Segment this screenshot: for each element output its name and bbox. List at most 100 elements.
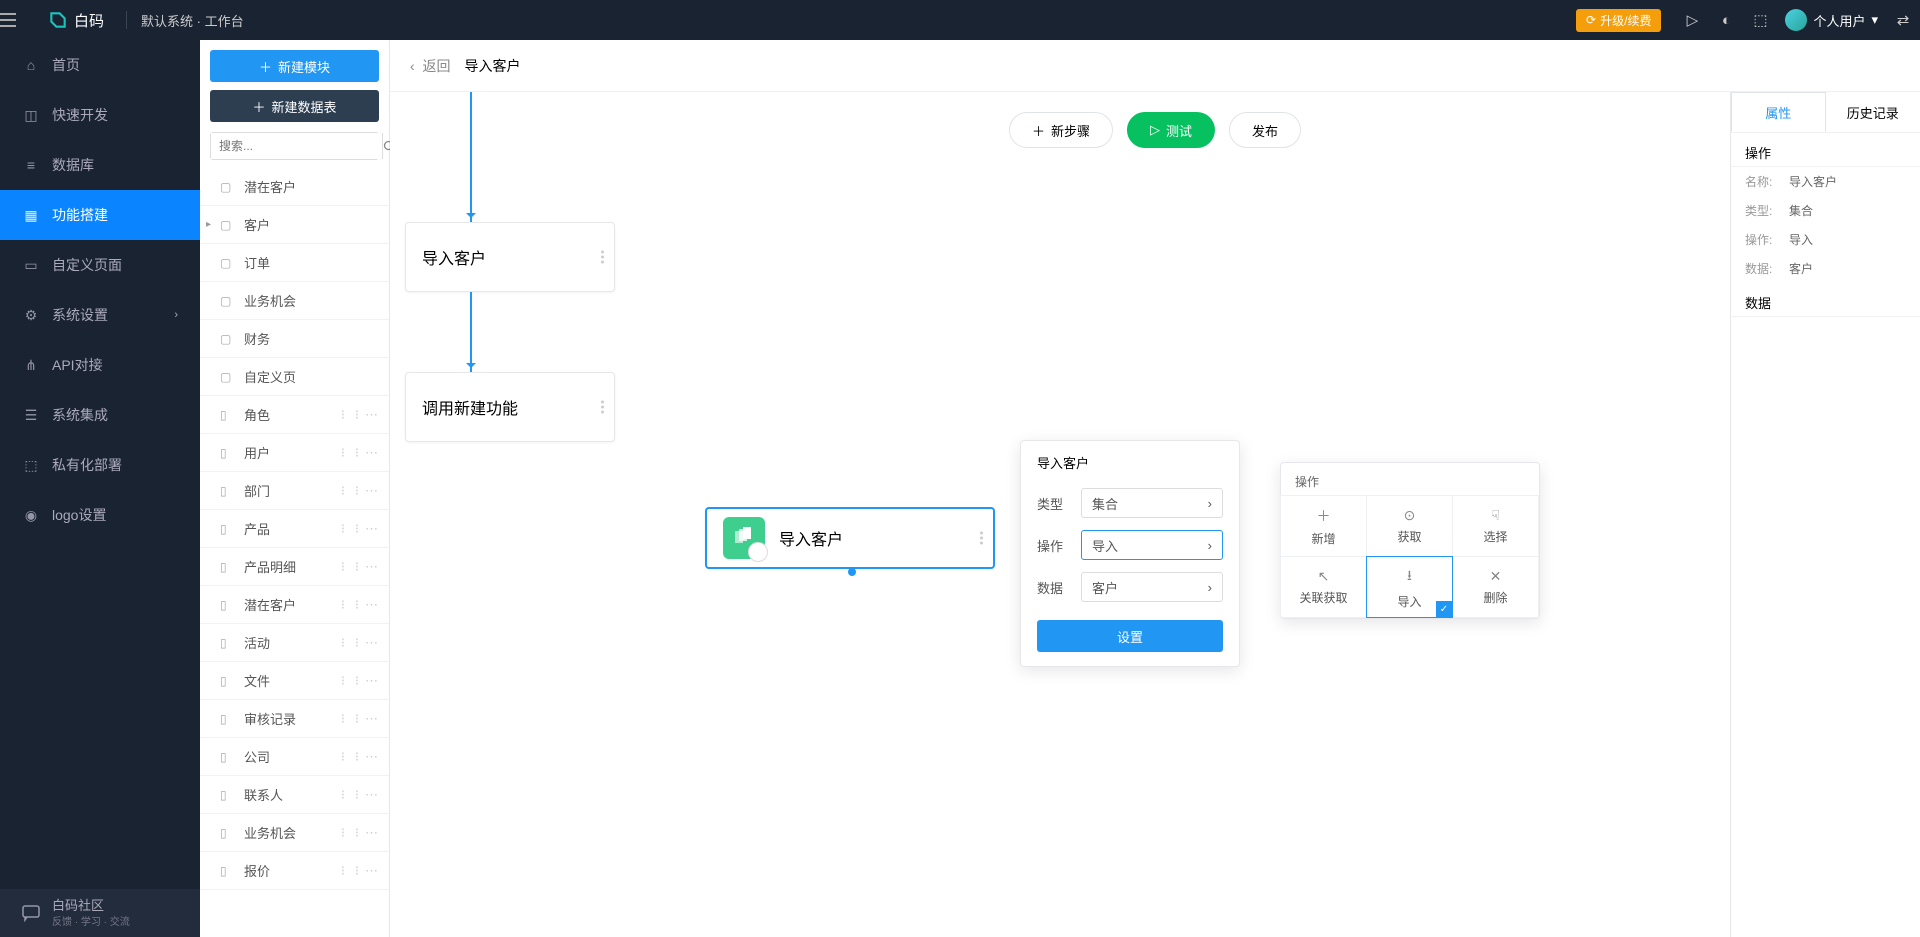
popover-title: 导入客户: [1021, 441, 1239, 482]
tree-item[interactable]: ▯产品明细⁝⁝⋯: [200, 548, 389, 586]
flow-canvas[interactable]: 导入客户 调用新建功能 导入客户 导入客户 类型集合›操作导入›数据客户› 设置…: [390, 92, 1730, 937]
nav-item-page[interactable]: ▭自定义页面: [0, 240, 200, 290]
nav-item-layers[interactable]: ☰系统集成: [0, 390, 200, 440]
nav-item-deploy[interactable]: ⬚私有化部署: [0, 440, 200, 490]
tree-item[interactable]: ▢自定义页: [200, 358, 389, 396]
new-step-button[interactable]: ＋新步骤: [1009, 112, 1113, 148]
api-icon: ⋔: [22, 356, 40, 374]
user-menu[interactable]: 个人用户 ▾: [1777, 9, 1886, 31]
nav-item-logo[interactable]: ◉logo设置: [0, 490, 200, 540]
tree-item[interactable]: ▯审核记录⁝⁝⋯: [200, 700, 389, 738]
item-actions[interactable]: ⁝⁝⋯: [337, 635, 377, 651]
op-关联获取[interactable]: ↖关联获取: [1280, 556, 1367, 618]
item-actions[interactable]: ⁝⁝⋯: [337, 559, 377, 575]
field-label: 数据: [1037, 578, 1071, 597]
tab-properties[interactable]: 属性: [1731, 92, 1826, 132]
page-title: 导入客户: [464, 56, 520, 76]
menu-toggle-icon[interactable]: [0, 13, 40, 27]
item-actions[interactable]: ⁝⁝⋯: [337, 597, 377, 613]
nav-item-api[interactable]: ⋔ API对接: [0, 340, 200, 390]
field-select[interactable]: 客户›: [1081, 572, 1223, 602]
prop-key: 类型:: [1745, 202, 1789, 219]
op-label: 选择: [1483, 528, 1507, 545]
folder-icon: ▢: [220, 294, 236, 308]
section-header: 操作: [1731, 133, 1920, 167]
item-actions[interactable]: ⁝⁝⋯: [337, 749, 377, 765]
flow-node[interactable]: 导入客户: [405, 222, 615, 292]
op-导入[interactable]: ⭳导入: [1366, 556, 1453, 618]
nav-item-cube[interactable]: ◫快速开发: [0, 90, 200, 140]
tree-item[interactable]: ▯潜在客户⁝⁝⋯: [200, 586, 389, 624]
folder-icon: ▢: [220, 180, 236, 194]
field-select[interactable]: 导入›: [1081, 530, 1223, 560]
tree-item[interactable]: ▢财务: [200, 320, 389, 358]
tree-item[interactable]: ▢业务机会: [200, 282, 389, 320]
item-actions[interactable]: ⁝⁝⋯: [337, 445, 377, 461]
item-actions[interactable]: ⁝⁝⋯: [337, 673, 377, 689]
node-menu-icon[interactable]: [980, 532, 983, 545]
divider: [126, 11, 127, 29]
item-actions[interactable]: ⁝⁝⋯: [337, 521, 377, 537]
nav-item-db[interactable]: ≡数据库: [0, 140, 200, 190]
tree-item[interactable]: ▯业务机会⁝⁝⋯: [200, 814, 389, 852]
tree-item[interactable]: ▯联系人⁝⁝⋯: [200, 776, 389, 814]
item-actions[interactable]: ⁝⁝⋯: [337, 407, 377, 423]
op-新增[interactable]: ＋新增: [1280, 495, 1367, 557]
tree-item[interactable]: ▯部门⁝⁝⋯: [200, 472, 389, 510]
search-input[interactable]: [211, 133, 382, 159]
node-port[interactable]: [848, 568, 856, 576]
tree-item[interactable]: ▯活动⁝⁝⋯: [200, 624, 389, 662]
help-icon[interactable]: ◐: [1709, 12, 1743, 29]
tree-item[interactable]: ▯公司⁝⁝⋯: [200, 738, 389, 776]
tree-item[interactable]: ▯文件⁝⁝⋯: [200, 662, 389, 700]
item-actions[interactable]: ⁝⁝⋯: [337, 787, 377, 803]
breadcrumb[interactable]: 默认系统 · 工作台: [141, 11, 244, 30]
tree-item[interactable]: ▸▢客户: [200, 206, 389, 244]
brand[interactable]: 白码: [40, 10, 112, 31]
nav-item-build[interactable]: ▦功能搭建: [0, 190, 200, 240]
play-icon[interactable]: ▷: [1675, 11, 1709, 29]
chevron-right-icon: ›: [174, 309, 178, 321]
item-actions[interactable]: ⁝⁝⋯: [337, 483, 377, 499]
node-menu-icon[interactable]: [601, 251, 604, 264]
community-link[interactable]: 白码社区 反馈 · 学习 · 交流: [0, 889, 200, 937]
canvas-toolbar: ＋新步骤 ▷测试 发布: [1009, 112, 1301, 148]
config-submit-button[interactable]: 设置: [1037, 620, 1223, 652]
doc-icon: ▯: [220, 522, 236, 536]
publish-button[interactable]: 发布: [1229, 112, 1301, 148]
tree-label: 活动: [244, 633, 270, 652]
tree-item[interactable]: ▯产品⁝⁝⋯: [200, 510, 389, 548]
nav-item-home[interactable]: ⌂首页: [0, 40, 200, 90]
tree-item[interactable]: ▯角色⁝⁝⋯: [200, 396, 389, 434]
op-获取[interactable]: ⊙获取: [1366, 495, 1453, 557]
swap-icon[interactable]: ⇄: [1886, 11, 1920, 29]
flow-node[interactable]: 调用新建功能: [405, 372, 615, 442]
nav-label: API对接: [52, 355, 103, 375]
back-button[interactable]: ‹ 返回: [410, 56, 450, 76]
item-actions[interactable]: ⁝⁝⋯: [337, 863, 377, 879]
op-删除[interactable]: ✕删除: [1452, 556, 1539, 618]
upgrade-button[interactable]: ⟳升级/续费: [1576, 9, 1661, 32]
op-icon: ↖: [1318, 568, 1330, 585]
node-menu-icon[interactable]: [601, 401, 604, 414]
field-select[interactable]: 集合›: [1081, 488, 1223, 518]
expand-icon[interactable]: ▸: [206, 219, 218, 230]
item-actions[interactable]: ⁝⁝⋯: [337, 711, 377, 727]
op-label: 删除: [1483, 589, 1507, 606]
new-table-button[interactable]: ＋新建数据表: [210, 90, 379, 122]
nav-item-gear[interactable]: ⚙系统设置›: [0, 290, 200, 340]
prop-value: 导入: [1789, 231, 1813, 248]
tree-item[interactable]: ▯用户⁝⁝⋯: [200, 434, 389, 472]
tree-item[interactable]: ▢潜在客户: [200, 168, 389, 206]
tree-item[interactable]: ▢订单: [200, 244, 389, 282]
tree-label: 财务: [244, 329, 270, 348]
op-选择[interactable]: ☟选择: [1452, 495, 1539, 557]
flow-node-selected[interactable]: 导入客户: [705, 507, 995, 569]
user-name: 个人用户: [1813, 11, 1865, 30]
tree-item[interactable]: ▯报价⁝⁝⋯: [200, 852, 389, 890]
item-actions[interactable]: ⁝⁝⋯: [337, 825, 377, 841]
docs-icon[interactable]: ⬚: [1743, 11, 1777, 29]
new-module-button[interactable]: ＋新建模块: [210, 50, 379, 82]
tab-history[interactable]: 历史记录: [1826, 92, 1920, 132]
test-button[interactable]: ▷测试: [1127, 112, 1215, 148]
